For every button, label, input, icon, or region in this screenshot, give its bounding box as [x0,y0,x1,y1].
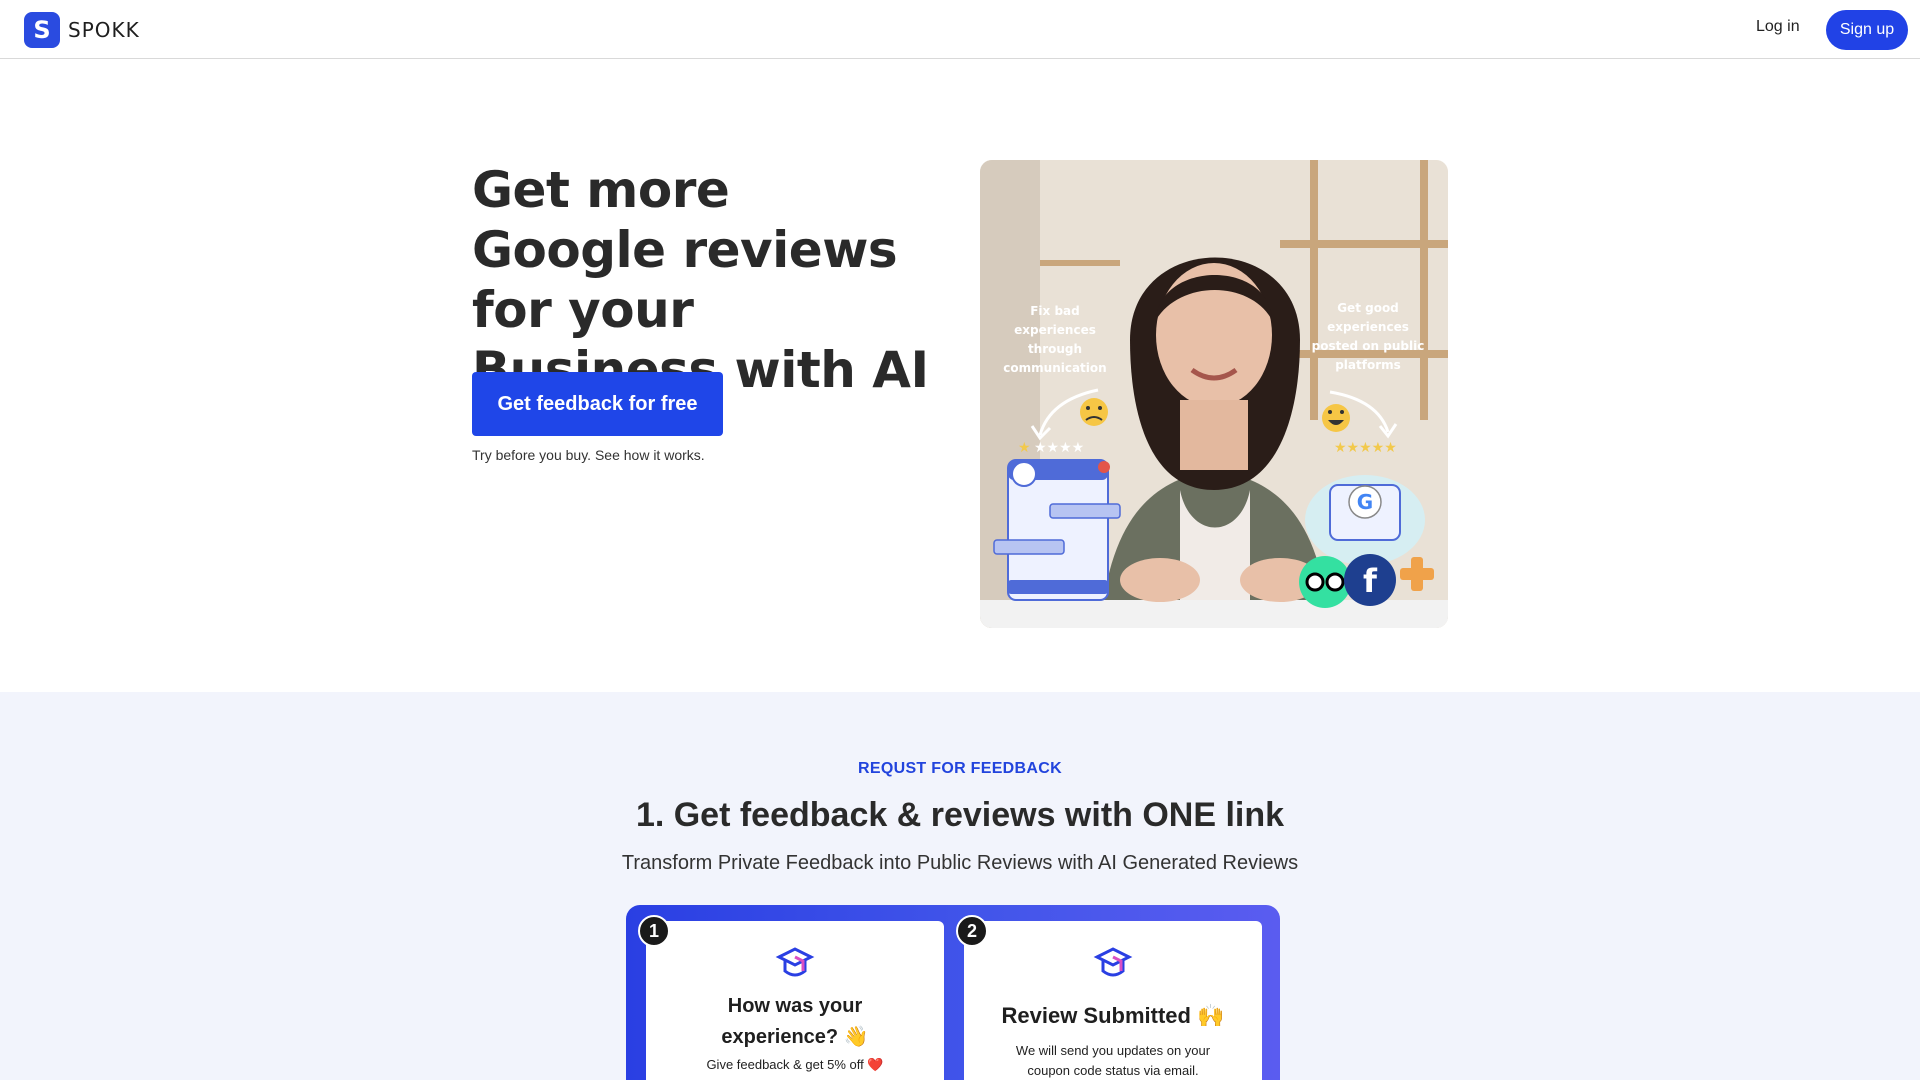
hero-image: G f Fix bad experiences through communic… [980,160,1448,628]
step-2-badge: 2 [956,915,988,947]
step-card-1: How was your experience? 👋 Give feedback… [646,921,944,1080]
svg-text:communication: communication [1003,361,1106,375]
brand-name: SPOKK [68,18,140,42]
spokk-cap-icon [775,947,815,977]
feature-section: REQUST FOR FEEDBACK 1. Get feedback & re… [0,692,1920,1080]
svg-text:experiences: experiences [1327,320,1409,334]
spokk-cap-icon [1093,947,1133,977]
section-eyebrow: REQUST FOR FEEDBACK [858,760,1062,777]
login-link[interactable]: Log in [1756,18,1800,36]
hero-illustration: G f Fix bad experiences through communic… [980,160,1448,628]
step-2-title: Review Submitted 🙌 [1001,1003,1225,1028]
svg-text:through: through [1028,342,1082,356]
hero-title: Get more Google reviews for your Busines… [472,161,929,399]
svg-text:★★★★: ★★★★ [1034,440,1084,456]
cta-subtext: Try before you buy. See how it works. [472,447,705,463]
caption-left-line1: Fix bad [1030,304,1080,318]
svg-text:G: G [1357,490,1373,514]
section-subtitle: Transform Private Feedback into Public R… [621,852,1299,874]
left-stars: ★ [1018,440,1031,456]
svg-text:experiences: experiences [1014,323,1096,337]
caption-right-line1: Get good [1337,301,1399,315]
top-nav: S SPOKK Log in Sign up [0,0,1920,59]
brand-logo[interactable]: S SPOKK [24,12,140,48]
section-title: 1. Get feedback & reviews with ONE link [635,796,1285,834]
steps-panel: How was your experience? 👋 Give feedback… [626,905,1280,1080]
right-stars: ★★★★★ [1334,440,1397,456]
step-2-text: We will send you updates on your coupon … [1015,1043,1211,1078]
step-card-2: Review Submitted 🙌 We will send you upda… [964,921,1262,1080]
logo-mark-icon: S [24,12,60,48]
svg-text:f: f [1363,562,1378,600]
step-1-badge: 1 [638,915,670,947]
step-1-title: How was your experience? 👋 [721,995,869,1048]
svg-text:platforms: platforms [1335,358,1401,372]
svg-text:posted on public: posted on public [1312,339,1425,353]
get-feedback-button[interactable]: Get feedback for free [472,372,723,436]
signup-button[interactable]: Sign up [1826,10,1908,50]
step-1-text: Give feedback & get 5% off ❤️ [706,1057,884,1072]
